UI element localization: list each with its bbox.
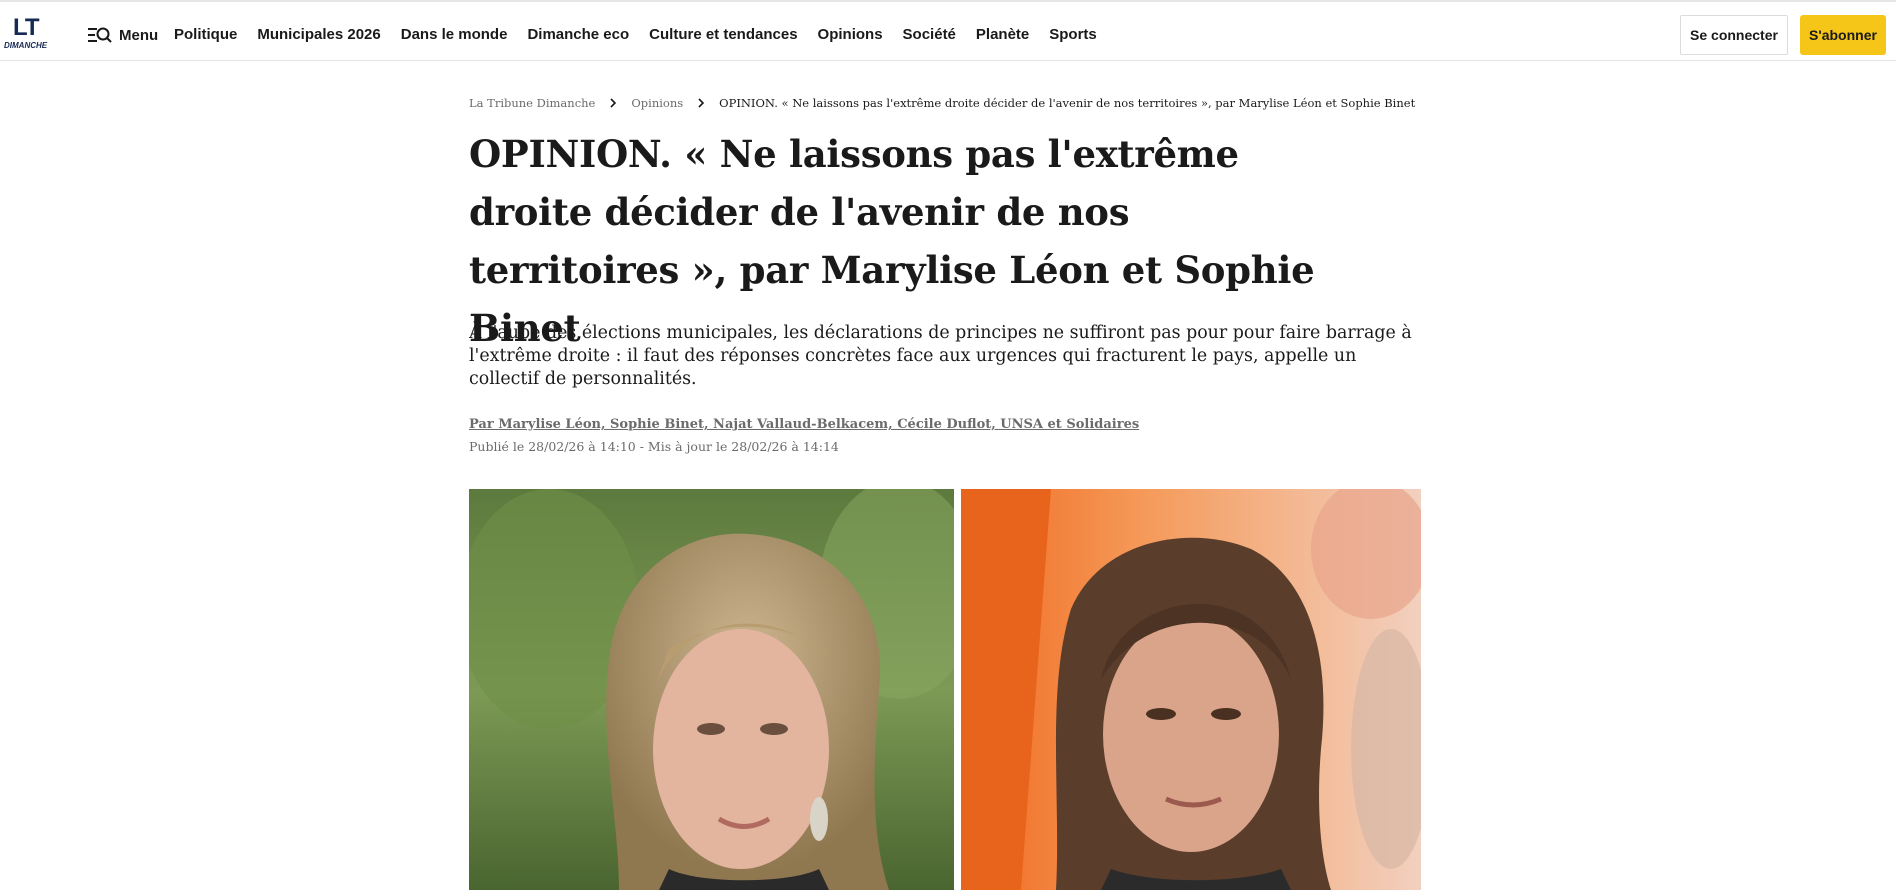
nav-item-sports[interactable]: Sports [1049,24,1097,46]
nav-item-municipales-2026[interactable]: Municipales 2026 [257,24,380,46]
menu-search-icon [88,27,112,43]
subscribe-button[interactable]: S'abonner [1800,15,1886,55]
nav-item-dans-le-monde[interactable]: Dans le monde [401,24,508,46]
breadcrumb: La Tribune Dimanche Opinions OPINION. « … [469,96,1415,110]
menu-button[interactable]: Menu [87,22,158,48]
article-byline[interactable]: Par Marylise Léon, Sophie Binet, Najat V… [469,417,1139,432]
logo-subtitle: DIMANCHE [4,41,48,50]
nav-item-societe[interactable]: Société [903,24,956,46]
breadcrumb-home[interactable]: La Tribune Dimanche [469,96,595,110]
breadcrumb-current: OPINION. « Ne laissons pas l'extrême dro… [719,96,1416,110]
login-button[interactable]: Se connecter [1680,15,1788,55]
article-dates: Publié le 28/02/26 à 14:10 - Mis à jour … [469,439,839,454]
nav-item-dimanche-eco[interactable]: Dimanche eco [527,24,629,46]
nav-item-politique[interactable]: Politique [174,24,237,46]
chevron-right-icon [698,98,705,108]
breadcrumb-opinions[interactable]: Opinions [631,96,683,110]
nav-item-culture-et-tendances[interactable]: Culture et tendances [649,24,797,46]
nav-item-planete[interactable]: Planète [976,24,1029,46]
portrait-photo-right [961,489,1421,890]
portrait-photo-left [469,489,954,890]
nav-item-opinions[interactable]: Opinions [818,24,883,46]
chevron-right-icon [610,98,617,108]
main-nav: Politique Municipales 2026 Dans le monde… [174,24,1117,46]
menu-label: Menu [119,26,159,44]
logo-mark: LT [13,14,40,41]
site-logo[interactable]: LT DIMANCHE [4,16,50,52]
site-header: LT DIMANCHE Menu Politique Municipales 2… [0,2,1896,61]
article-lead: À l'aube des élections municipales, les … [469,323,1412,389]
